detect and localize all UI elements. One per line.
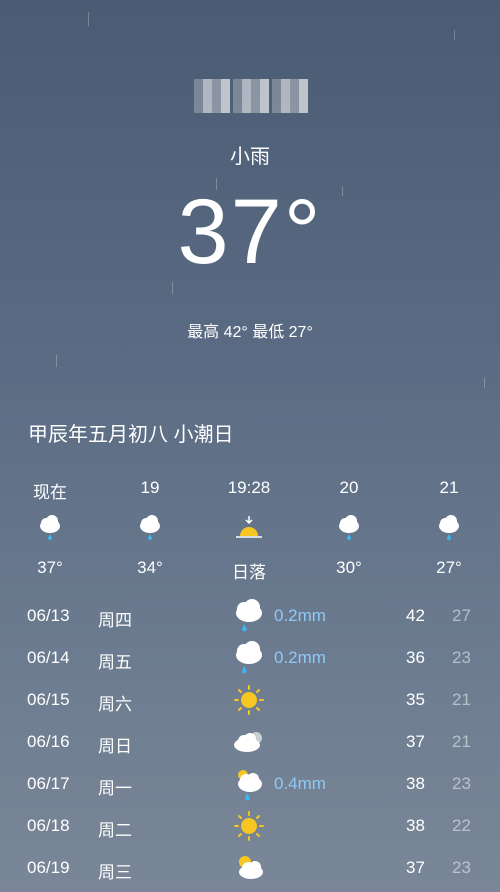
daily-date: 06/13 xyxy=(27,606,70,625)
rain-streak xyxy=(56,355,57,367)
current-condition: 小雨 xyxy=(230,146,270,168)
daily-date: 06/17 xyxy=(27,774,70,793)
daily-low: 23 xyxy=(452,858,471,877)
cloudy-icon xyxy=(232,724,266,760)
daily-row[interactable]: 06/13 周四 0.2mm 42 27 xyxy=(0,598,500,640)
daily-high: 36 xyxy=(406,648,425,667)
rain-streak xyxy=(88,12,89,26)
rain-cloud-icon xyxy=(232,598,266,634)
daily-weekday: 周五 xyxy=(98,653,132,672)
rain-cloud-icon xyxy=(20,514,80,544)
daily-date: 06/18 xyxy=(27,816,70,835)
hourly-temp: 34° xyxy=(137,558,163,577)
daily-precip: 0.2mm xyxy=(274,648,326,667)
daily-low: 21 xyxy=(452,690,471,709)
daily-high: 42 xyxy=(406,606,425,625)
hourly-temp: 27° xyxy=(436,558,462,577)
partly-cloudy-icon xyxy=(232,850,266,886)
daily-high: 35 xyxy=(406,690,425,709)
daily-low: 27 xyxy=(452,606,471,625)
daily-high: 37 xyxy=(406,732,425,751)
daily-weekday: 周六 xyxy=(98,695,132,714)
rain-cloud-icon xyxy=(120,514,180,544)
hourly-time: 19 xyxy=(140,478,160,497)
location-name-pixelated xyxy=(192,78,310,114)
daily-weekday: 周四 xyxy=(98,611,132,630)
hourly-temp: 30° xyxy=(336,558,362,577)
hourly-temp: 日落 xyxy=(232,563,266,582)
rain-streak xyxy=(484,378,485,388)
rain-cloud-icon xyxy=(419,514,479,544)
hourly-time: 20 xyxy=(339,478,359,497)
hourly-temp: 37° xyxy=(37,558,63,577)
daily-row[interactable]: 06/16 周日 37 21 xyxy=(0,724,500,766)
daily-row[interactable]: 06/15 周六 35 21 xyxy=(0,682,500,724)
current-temperature: 37° xyxy=(177,181,323,283)
daily-precip: 0.2mm xyxy=(274,606,326,625)
daily-low: 22 xyxy=(452,816,471,835)
daily-date: 06/16 xyxy=(27,732,70,751)
rain-cloud-icon xyxy=(232,640,266,676)
lunar-date: 甲辰年五月初八 小潮日 xyxy=(28,424,234,446)
daily-high: 37 xyxy=(406,858,425,877)
sun-icon xyxy=(232,808,266,844)
daily-weekday: 周日 xyxy=(98,737,132,756)
hourly-time: 现在 xyxy=(33,483,67,502)
daily-precip: 0.4mm xyxy=(274,774,326,793)
daily-weekday: 周二 xyxy=(98,821,132,840)
daily-weekday: 周三 xyxy=(98,863,132,882)
daily-weekday: 周一 xyxy=(98,779,132,798)
hourly-time: 21 xyxy=(439,478,459,497)
daily-row[interactable]: 06/17 周一 0.4mm 38 23 xyxy=(0,766,500,808)
sun-icon xyxy=(232,682,266,718)
daily-row[interactable]: 06/19 周三 37 23 xyxy=(0,850,500,892)
daily-low: 23 xyxy=(452,774,471,793)
daily-row[interactable]: 06/14 周五 0.2mm 36 23 xyxy=(0,640,500,682)
rain-streak xyxy=(454,30,455,40)
daily-row[interactable]: 06/18 周二 38 22 xyxy=(0,808,500,850)
daily-low: 23 xyxy=(452,648,471,667)
daily-low: 21 xyxy=(452,732,471,751)
daily-date: 06/19 xyxy=(27,858,70,877)
sunset-icon xyxy=(219,514,279,544)
daily-high: 38 xyxy=(406,774,425,793)
daily-date: 06/15 xyxy=(27,690,70,709)
sun-rain-cloud-icon xyxy=(232,766,266,802)
daily-high: 38 xyxy=(406,816,425,835)
high-low-temperature: 最高 42° 最低 27° xyxy=(187,324,313,341)
daily-date: 06/14 xyxy=(27,648,70,667)
rain-cloud-icon xyxy=(319,514,379,544)
hourly-time: 19:28 xyxy=(227,478,271,497)
